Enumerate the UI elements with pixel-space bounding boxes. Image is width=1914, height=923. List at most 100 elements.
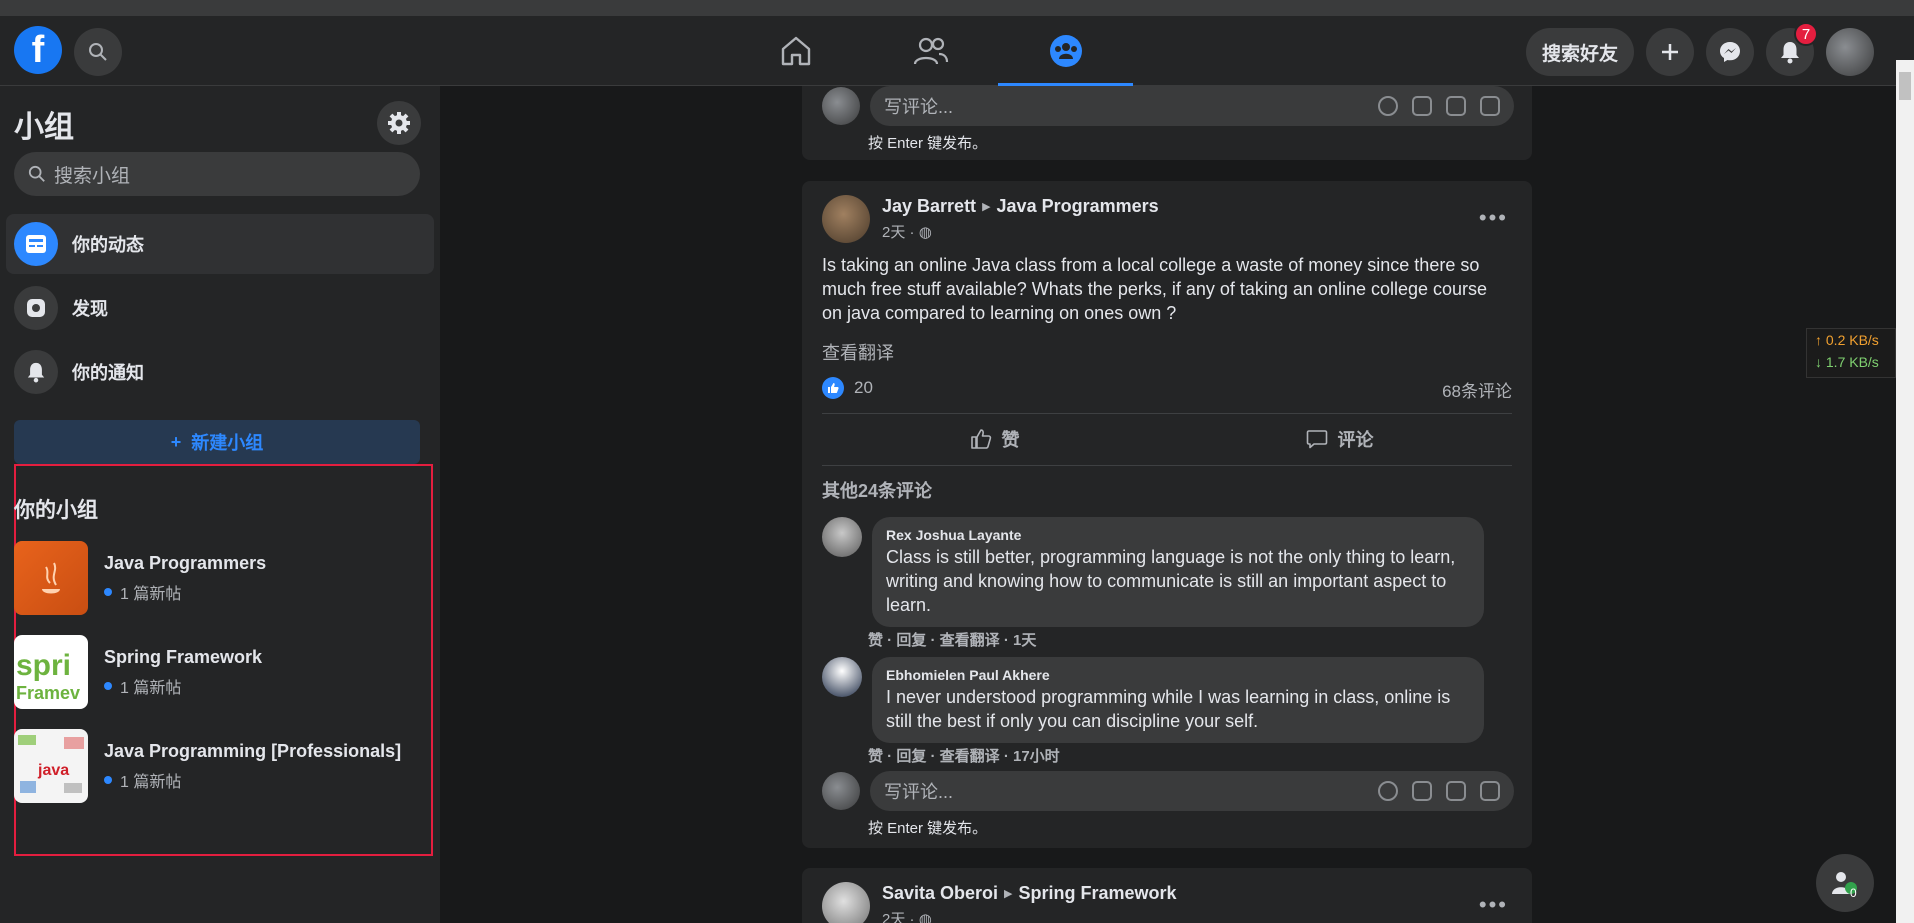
sidebar-item-feed[interactable]: 你的动态 — [6, 214, 434, 274]
comment-input[interactable]: 写评论... — [870, 771, 1514, 811]
sidebar-item-label: 你的通知 — [72, 363, 144, 383]
comment-author[interactable]: Rex Joshua Layante — [886, 527, 1470, 543]
new-message-button[interactable]: 0 — [1816, 854, 1874, 912]
avatar[interactable] — [822, 517, 862, 557]
search-icon — [89, 43, 107, 61]
notification-badge: 7 — [1794, 22, 1818, 46]
group-name: Spring Framework — [104, 646, 263, 667]
groups-icon — [1049, 35, 1082, 67]
create-button[interactable] — [1646, 28, 1694, 76]
post-author[interactable]: Jay Barrett — [882, 196, 976, 217]
svg-text:java: java — [37, 762, 69, 779]
comment-input[interactable]: 写评论... — [870, 86, 1514, 126]
gear-icon — [388, 112, 410, 134]
friends-icon — [913, 37, 948, 65]
tab-friends[interactable] — [863, 16, 998, 86]
group-item-spring-framework[interactable]: spri Framev Spring Framework 1 篇新帖 — [14, 634, 414, 710]
like-button[interactable]: 赞 — [822, 417, 1167, 461]
fab-count: 0 — [1850, 886, 1857, 900]
like-reaction-icon — [822, 377, 844, 399]
search-icon — [28, 165, 45, 182]
more-options-button[interactable]: ••• — [1479, 205, 1508, 231]
scrollbar-thumb[interactable] — [1899, 72, 1911, 100]
comment-actions[interactable]: 赞 · 回复 · 查看翻译 · 17小时 — [868, 745, 1060, 766]
network-speed-widget: ↑ 0.2 KB/s ↓ 1.7 KB/s — [1806, 328, 1896, 378]
post-time[interactable]: 2天 · — [882, 224, 919, 241]
emoji-icon[interactable] — [1378, 96, 1398, 116]
next-post-card: Savita Oberoi ▶ Spring Framework 2天 · ◍ … — [802, 868, 1532, 923]
group-item-java-programming-professionals[interactable]: java Java Programming [Professionals] 1 … — [14, 728, 414, 804]
view-more-comments[interactable]: 其他24条评论 — [822, 477, 932, 503]
home-icon — [781, 36, 810, 66]
comment-bubble: Rex Joshua Layante Class is still better… — [872, 517, 1484, 627]
avatar[interactable] — [822, 195, 870, 243]
groups-sidebar: 小组 搜索小组 你的动态 发现 你的通知 + 新建小组 你的小组 Java Pr… — [0, 86, 440, 923]
emoji-icon[interactable] — [1378, 781, 1398, 801]
tab-groups[interactable] — [998, 16, 1133, 86]
gif-icon[interactable] — [1446, 781, 1466, 801]
more-options-button[interactable]: ••• — [1479, 892, 1508, 918]
settings-button[interactable] — [377, 101, 421, 145]
comment-composer: 写评论... — [822, 86, 1514, 126]
notifications-button[interactable]: 7 — [1766, 22, 1818, 76]
search-button[interactable] — [74, 28, 122, 76]
enter-hint: 按 Enter 键发布。 — [868, 135, 988, 152]
group-search-input[interactable]: 搜索小组 — [14, 152, 420, 196]
avatar[interactable] — [822, 657, 862, 697]
post-author[interactable]: Savita Oberoi — [882, 883, 998, 904]
see-translation-link[interactable]: 查看翻译 — [822, 339, 894, 365]
svg-text:spri: spri — [16, 649, 71, 682]
camera-icon[interactable] — [1412, 781, 1432, 801]
bell-icon — [1781, 42, 1799, 64]
top-navigation: f 搜索好友 7 — [0, 16, 1914, 86]
camera-icon[interactable] — [1412, 96, 1432, 116]
sticker-icon[interactable] — [1480, 781, 1500, 801]
comment-actions[interactable]: 赞 · 回复 · 查看翻译 · 1天 — [868, 629, 1036, 650]
sidebar-item-discover[interactable]: 发现 — [6, 278, 434, 338]
group-thumbnail: spri Framev — [14, 635, 88, 709]
comment-composer: 写评论... — [822, 771, 1514, 811]
scrollbar[interactable] — [1896, 60, 1914, 923]
post-group[interactable]: Spring Framework — [1019, 883, 1177, 904]
sticker-icon[interactable] — [1480, 96, 1500, 116]
comment: Rex Joshua Layante Class is still better… — [822, 517, 1484, 627]
create-group-button[interactable]: + 新建小组 — [14, 420, 420, 464]
messenger-button[interactable] — [1706, 28, 1754, 76]
sidebar-item-notifications[interactable]: 你的通知 — [6, 342, 434, 402]
reaction-summary[interactable]: 20 — [822, 377, 873, 399]
create-group-label: 新建小组 — [191, 433, 264, 453]
post-group[interactable]: Java Programmers — [997, 196, 1159, 217]
divider — [822, 465, 1512, 466]
comment-button[interactable]: 评论 — [1167, 417, 1512, 461]
group-name: Java Programmers — [104, 552, 267, 573]
unread-dot — [104, 775, 112, 784]
post-body: Is taking an online Java class from a lo… — [822, 255, 1488, 323]
compass-icon — [14, 286, 58, 330]
like-count: 20 — [854, 378, 873, 397]
globe-icon: ◍ — [918, 911, 932, 923]
post-time[interactable]: 2天 · — [882, 911, 919, 923]
comment-icon — [1306, 430, 1327, 449]
comment-author[interactable]: Ebhomielen Paul Akhere — [886, 667, 1470, 683]
unread-dot — [104, 587, 112, 596]
unread-dot — [104, 681, 112, 690]
sidebar-title: 小组 — [14, 111, 74, 144]
previous-post-card: 写评论... 按 Enter 键发布。 — [802, 86, 1532, 160]
gif-icon[interactable] — [1446, 96, 1466, 116]
comment-placeholder: 写评论... — [884, 97, 954, 117]
avatar[interactable] — [822, 882, 870, 923]
comment-placeholder: 写评论... — [884, 782, 954, 802]
comment-count[interactable]: 68条评论 — [1442, 377, 1512, 402]
comment-text: I never understood programming while I w… — [886, 687, 1451, 731]
svg-text:Framev: Framev — [16, 683, 80, 703]
find-friends-button[interactable]: 搜索好友 — [1525, 28, 1634, 76]
tab-home[interactable] — [728, 16, 863, 86]
thumbs-up-icon — [970, 429, 991, 449]
bell-icon — [14, 350, 58, 394]
like-label: 赞 — [1001, 430, 1020, 450]
account-avatar[interactable] — [1826, 28, 1874, 76]
comment: Ebhomielen Paul Akhere I never understoo… — [822, 657, 1484, 743]
your-groups-title: 你的小组 — [14, 499, 98, 522]
group-item-java-programmers[interactable]: Java Programmers 1 篇新帖 — [14, 540, 414, 616]
facebook-logo[interactable]: f — [14, 26, 62, 74]
